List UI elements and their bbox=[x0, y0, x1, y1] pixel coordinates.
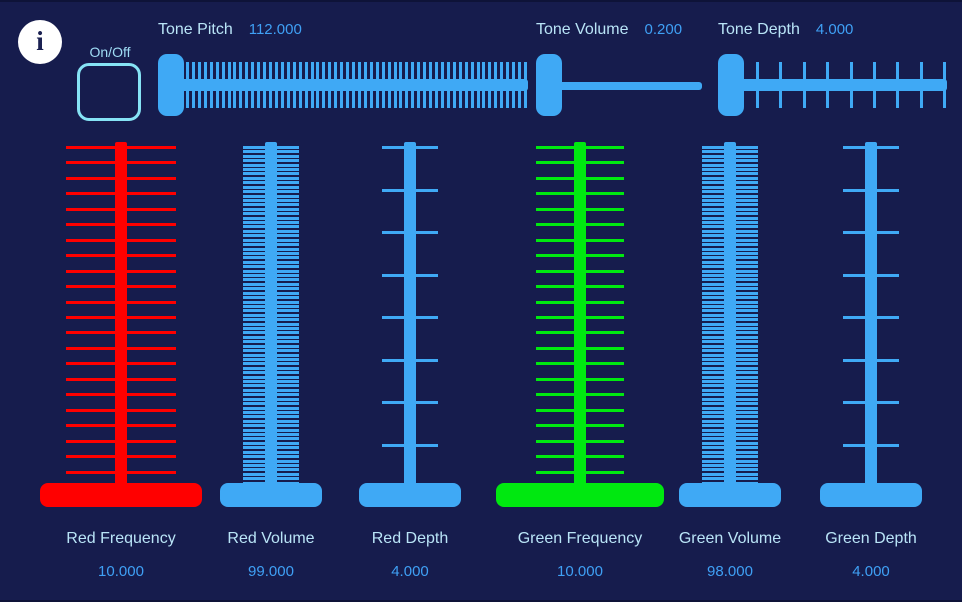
slider-green-frequency-column[interactable] bbox=[495, 142, 665, 507]
slider-green-frequency-footer: Green Frequency 10.000 bbox=[495, 529, 665, 582]
slider-red-depth-footer: Red Depth 4.000 bbox=[325, 529, 495, 582]
control-panel-root: i On/Off Tone Pitch 112.000 Tone Volume 0.2… bbox=[0, 0, 962, 602]
slider-tone-volume-header: Tone Volume 0.200 bbox=[536, 22, 682, 38]
onoff-toggle[interactable]: On/Off bbox=[77, 44, 143, 121]
slider-red-frequency-handle[interactable] bbox=[40, 483, 202, 507]
slider-red-depth-column[interactable] bbox=[325, 142, 495, 507]
slider-tone-depth-value: 4.000 bbox=[815, 21, 854, 38]
slider-green-depth-track[interactable] bbox=[865, 142, 877, 494]
slider-red-volume-track[interactable] bbox=[265, 142, 277, 494]
info-icon[interactable]: i bbox=[18, 20, 62, 64]
slider-green-volume-track[interactable] bbox=[724, 142, 736, 494]
slider-tone-pitch-track[interactable] bbox=[172, 79, 528, 91]
onoff-box[interactable] bbox=[77, 63, 141, 121]
slider-green-depth-value: 4.000 bbox=[852, 563, 890, 580]
slider-red-depth-handle[interactable] bbox=[359, 483, 461, 507]
slider-green-frequency[interactable]: Green Frequency 10.000 bbox=[495, 142, 665, 600]
info-icon-glyph: i bbox=[36, 25, 44, 56]
slider-tone-pitch[interactable]: Tone Pitch 112.000 bbox=[158, 2, 544, 122]
slider-red-depth-track[interactable] bbox=[404, 142, 416, 494]
slider-tone-pitch-value: 112.000 bbox=[248, 21, 302, 38]
slider-red-frequency-label: Red Frequency bbox=[66, 530, 176, 547]
slider-tone-pitch-body[interactable] bbox=[158, 54, 544, 116]
slider-green-frequency-handle[interactable] bbox=[496, 483, 664, 507]
slider-tone-volume[interactable]: Tone Volume 0.200 bbox=[536, 2, 718, 122]
slider-red-depth-label: Red Depth bbox=[371, 530, 449, 547]
slider-red-frequency-value: 10.000 bbox=[98, 563, 144, 580]
slider-green-frequency-track[interactable] bbox=[574, 142, 586, 494]
slider-tone-depth-label: Tone Depth bbox=[718, 21, 800, 38]
slider-green-depth-handle[interactable] bbox=[820, 483, 922, 507]
slider-tone-depth-track[interactable] bbox=[732, 79, 947, 91]
slider-green-volume-handle[interactable] bbox=[679, 483, 781, 507]
slider-red-frequency-footer: Red Frequency 10.000 bbox=[36, 529, 206, 582]
slider-tone-depth[interactable]: Tone Depth 4.000 bbox=[718, 2, 962, 122]
slider-green-depth[interactable]: Green Depth 4.000 bbox=[786, 142, 956, 600]
slider-tone-pitch-label: Tone Pitch bbox=[158, 21, 233, 38]
slider-red-frequency[interactable]: Red Frequency 10.000 bbox=[36, 142, 206, 600]
slider-red-depth-value: 4.000 bbox=[391, 563, 429, 580]
slider-green-depth-label: Green Depth bbox=[825, 530, 917, 547]
slider-tone-depth-handle[interactable] bbox=[718, 54, 744, 116]
onoff-label: On/Off bbox=[89, 44, 131, 60]
slider-red-frequency-column[interactable] bbox=[36, 142, 206, 507]
slider-tone-pitch-header: Tone Pitch 112.000 bbox=[158, 22, 302, 38]
slider-tone-volume-handle[interactable] bbox=[536, 54, 562, 116]
slider-red-depth[interactable]: Red Depth 4.000 bbox=[325, 142, 495, 600]
slider-tone-pitch-handle[interactable] bbox=[158, 54, 184, 116]
slider-tone-depth-body[interactable] bbox=[718, 54, 962, 116]
slider-green-frequency-label: Green Frequency bbox=[517, 530, 643, 547]
slider-tone-volume-label: Tone Volume bbox=[536, 21, 629, 38]
slider-tone-volume-track[interactable] bbox=[550, 82, 702, 90]
slider-green-depth-footer: Green Depth 4.000 bbox=[786, 529, 956, 582]
slider-red-volume-handle[interactable] bbox=[220, 483, 322, 507]
slider-green-depth-column[interactable] bbox=[786, 142, 956, 507]
slider-green-frequency-value: 10.000 bbox=[557, 563, 603, 580]
slider-tone-volume-value: 0.200 bbox=[644, 21, 683, 38]
slider-tone-volume-body[interactable] bbox=[536, 54, 718, 116]
slider-tone-depth-header: Tone Depth 4.000 bbox=[718, 22, 853, 38]
slider-red-frequency-track[interactable] bbox=[115, 142, 127, 494]
